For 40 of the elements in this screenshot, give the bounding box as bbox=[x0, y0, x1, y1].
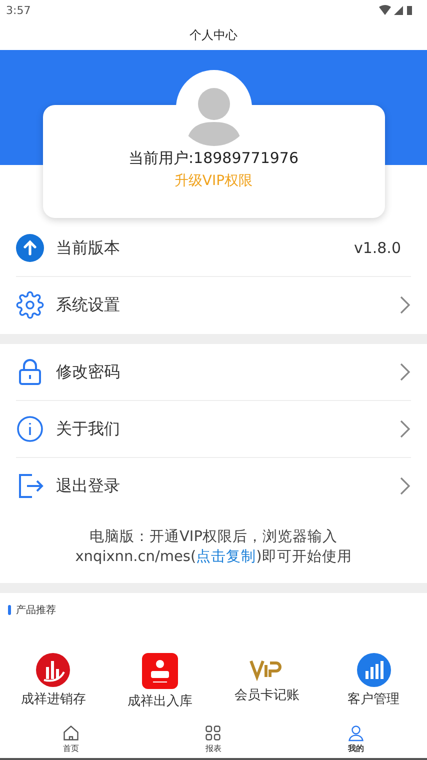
menu-row[interactable]: 退出登录 bbox=[16, 458, 411, 515]
status-time: 3:57 bbox=[6, 4, 31, 16]
logout-icon bbox=[16, 472, 44, 500]
menu-label: 当前版本 bbox=[56, 238, 121, 258]
chevron-right-icon bbox=[399, 362, 411, 382]
settings-icon bbox=[16, 291, 44, 319]
product-label[interactable]: 成祥进销存 bbox=[20, 690, 86, 708]
menu-label: 退出登录 bbox=[56, 476, 121, 496]
nav-tab[interactable]: 首页 bbox=[0, 720, 142, 758]
person-icon bbox=[346, 724, 365, 742]
menu-label: 系统设置 bbox=[56, 294, 121, 316]
current-user: 当前用户:18989771976 bbox=[128, 149, 299, 168]
menu-label: 修改密码 bbox=[56, 362, 121, 382]
chevron-right-icon bbox=[399, 476, 411, 496]
accent-bar bbox=[8, 605, 11, 615]
chevron-right-icon bbox=[399, 295, 411, 315]
menu-row[interactable]: 关于我们 bbox=[16, 401, 411, 458]
lock-icon bbox=[16, 358, 44, 386]
page-title: 个人中心 bbox=[190, 26, 238, 44]
menu-row[interactable]: 修改密码 bbox=[16, 344, 411, 401]
status-icons bbox=[379, 4, 415, 16]
info-icon bbox=[16, 415, 44, 443]
app-logo-icon bbox=[142, 653, 178, 689]
bar-chart-logo-icon bbox=[356, 653, 391, 687]
menu-label: 关于我们 bbox=[56, 418, 121, 440]
menu-row[interactable]: 系统设置 bbox=[16, 277, 411, 334]
product-label[interactable]: 客户管理 bbox=[348, 690, 400, 708]
nav-tab[interactable]: 我的 bbox=[284, 720, 427, 758]
product-label[interactable]: 成祥出入库 bbox=[128, 692, 193, 710]
version-value: v1.8.0 bbox=[354, 239, 401, 257]
chevron-right-icon bbox=[399, 419, 411, 439]
section-title: 产品推荐 bbox=[16, 604, 56, 617]
product-label[interactable]: 会员卡记账 bbox=[234, 686, 300, 704]
home-icon bbox=[62, 724, 80, 742]
grid-icon bbox=[204, 724, 222, 742]
desktop-note: 电脑版：开通VIP权限后，浏览器输入 bbox=[90, 528, 338, 547]
building-logo-icon bbox=[36, 653, 70, 687]
nav-tab[interactable]: 报表 bbox=[142, 720, 285, 758]
desktop-note: xnqixnn.cn/mes(点击复制)即可开始使用 bbox=[75, 548, 352, 567]
copy-link[interactable]: 点击复制 bbox=[196, 549, 256, 565]
